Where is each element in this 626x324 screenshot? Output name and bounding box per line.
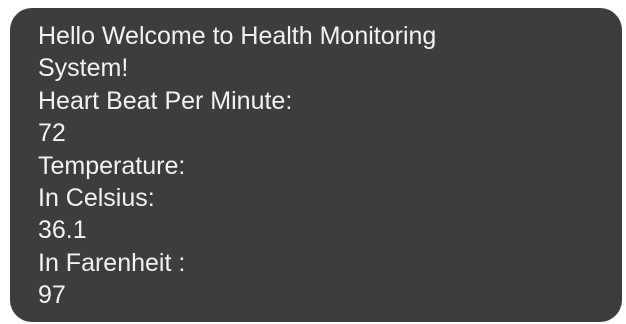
fahrenheit-label: In Farenheit : — [38, 248, 186, 277]
celsius-value: 36.1 — [38, 216, 87, 245]
heart-rate-value: 72 — [38, 119, 66, 148]
celsius-label: In Celsius: — [38, 184, 155, 213]
welcome-message-line-1: Hello Welcome to Health Monitoring — [38, 22, 437, 50]
temperature-label: Temperature: — [38, 151, 186, 180]
heart-rate-label: Heart Beat Per Minute: — [38, 86, 293, 115]
fahrenheit-value: 97 — [38, 281, 66, 310]
health-monitor-panel: Hello Welcome to Health Monitoring Syste… — [10, 8, 622, 322]
welcome-message-line-2: System! — [38, 54, 129, 83]
